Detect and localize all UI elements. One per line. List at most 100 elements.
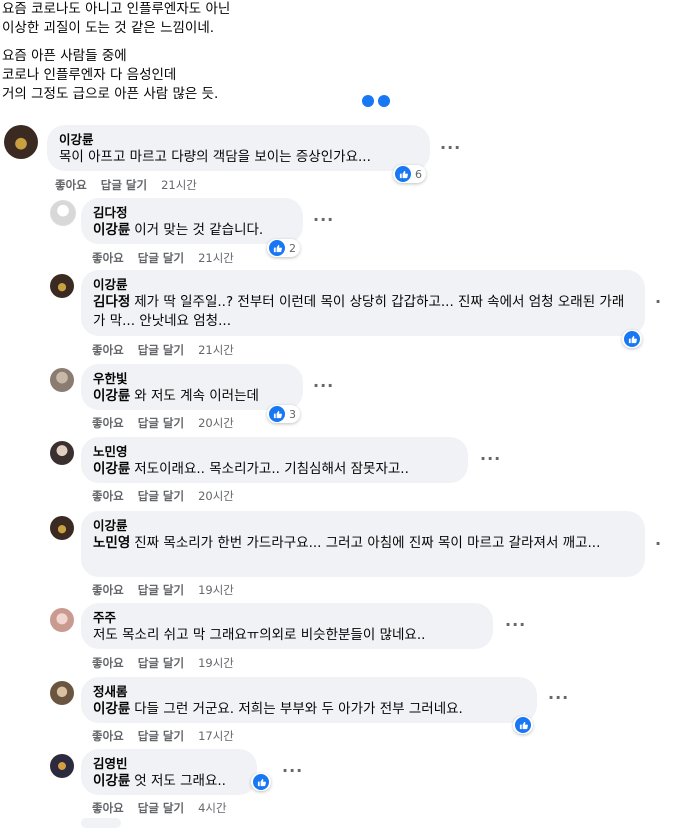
timestamp[interactable]: 4시간 [198,801,226,815]
reply-button[interactable]: 답글 달기 [138,489,184,503]
timestamp[interactable]: 21시간 [161,178,197,192]
mention-link[interactable]: 이강륜 [93,388,130,404]
comment-actions: 좋아요 답글 달기 20시간 [92,488,248,504]
mention-link[interactable]: 이강륜 [93,461,130,477]
comment-text: 진짜 목소리가 한번 가드라구요... 그러고 아침에 진짜 목이 마르고 갈라… [134,535,601,551]
post-line: 이상한 괴질이 도는 것 같은 느낌이네. [2,20,215,36]
mention-link[interactable]: 김다정 [93,294,130,310]
comment-author[interactable]: 김다정 [93,204,291,221]
more-options-icon[interactable]: ··· [440,138,461,157]
comment-text: 저도 목소리 쉬고 막 그래요ㅠ의외로 비슷한분들이 많네요.. [93,627,426,643]
avatar[interactable] [50,441,74,465]
comment-body: 이강륜 엇 저도 그래요.. [93,772,245,791]
comment-author[interactable]: 김영빈 [93,755,245,772]
avatar[interactable] [50,681,74,705]
like-icon [395,166,411,182]
mention-link[interactable]: 이강륜 [93,773,130,789]
like-button[interactable]: 좋아요 [92,416,124,430]
reaction-badge[interactable] [513,716,533,734]
reaction-count: 3 [289,407,296,421]
comment-text: 이거 맞는 것 같습니다. [134,222,264,238]
timestamp[interactable]: 21시간 [198,251,234,265]
comment-author[interactable]: 정새롬 [93,683,525,700]
comment-bubble: 이강륜 노민영 진짜 목소리가 한번 가드라구요... 그러고 아침에 진짜 목이… [81,511,645,577]
avatar[interactable] [50,608,74,632]
reply-button[interactable]: 답글 달기 [138,801,184,815]
comment-actions: 좋아요 답글 달기 17시간 [92,728,248,744]
avatar[interactable] [50,754,74,778]
like-button[interactable]: 좋아요 [55,178,87,192]
avatar[interactable] [50,368,74,392]
reply-button[interactable]: 답글 달기 [138,583,184,597]
comment-author[interactable]: 이강륜 [93,517,633,534]
timestamp[interactable]: 19시간 [198,656,234,670]
timestamp[interactable]: 20시간 [198,489,234,503]
more-options-icon[interactable]: ··· [505,615,526,634]
more-options-icon[interactable]: · [655,292,662,311]
reply-button[interactable]: 답글 달기 [138,251,184,265]
like-button[interactable]: 좋아요 [92,729,124,743]
reaction-badge[interactable]: 2 [267,239,300,257]
avatar[interactable] [50,274,74,298]
like-icon [269,240,285,256]
post-line: 요즘 코로나도 아니고 인플루엔자도 아닌 [2,1,231,17]
more-options-icon[interactable]: ··· [282,761,303,780]
timestamp[interactable]: 19시간 [198,583,234,597]
reaction-badge[interactable]: 3 [267,405,300,423]
more-options-icon[interactable]: ··· [548,688,569,707]
more-options-icon[interactable]: ··· [313,210,334,229]
like-button[interactable]: 좋아요 [92,656,124,670]
post-line: 코로나 인플루엔자 다 음성인데 [2,67,177,83]
avatar[interactable] [50,516,74,540]
reply-button[interactable]: 답글 달기 [138,416,184,430]
comment-bubble: 정새롬 이강륜 다들 그런 거군요. 저희는 부부와 두 아가가 전부 그러네요. [81,677,537,723]
post-line: 거의 그정도 급으로 아픈 사람 많은 듯. [2,86,219,102]
mention-link[interactable]: 노민영 [93,535,130,551]
like-icon [624,331,640,347]
comment-body: 이강륜 와 저도 계속 이러는데 [93,387,291,406]
mention-link[interactable]: 이강륜 [93,701,130,717]
comment-actions: 좋아요 답글 달기 19시간 [92,582,248,598]
reaction-badge[interactable]: 6 [393,165,426,183]
avatar[interactable] [50,200,76,226]
comment-body: 이강륜 이거 맞는 것 같습니다. [93,221,291,240]
comment-author[interactable]: 노민영 [93,443,456,460]
like-button[interactable]: 좋아요 [92,489,124,503]
reply-button[interactable]: 답글 달기 [138,729,184,743]
like-button[interactable]: 좋아요 [92,583,124,597]
like-icon [515,717,531,733]
timestamp[interactable]: 20시간 [198,416,234,430]
reply-button[interactable]: 답글 달기 [138,343,184,357]
comment-bubble: 우한빛 이강륜 와 저도 계속 이러는데 [81,364,303,410]
comment-author[interactable]: 우한빛 [93,370,291,387]
timestamp[interactable]: 17시간 [198,729,234,743]
more-options-icon[interactable]: ··· [313,376,334,395]
more-options-icon[interactable]: · [655,534,662,553]
timestamp[interactable]: 21시간 [198,343,234,357]
more-options-icon[interactable]: ··· [480,449,501,468]
comment-text: 다들 그런 거군요. 저희는 부부와 두 아가가 전부 그러네요. [134,701,463,717]
reply-button[interactable]: 답글 달기 [138,656,184,670]
post-line: 요즘 아픈 사람들 중에 [2,48,127,64]
like-button[interactable]: 좋아요 [92,343,124,357]
like-icon [253,774,269,790]
post-reaction-badge[interactable] [360,94,394,108]
post-body: 요즘 코로나도 아니고 인플루엔자도 아닌 이상한 괴질이 도는 것 같은 느낌… [2,0,230,104]
avatar[interactable] [4,125,38,159]
comment-text: 엇 저도 그래요.. [134,773,226,789]
comment-author[interactable]: 주주 [93,609,481,626]
reply-button[interactable]: 답글 달기 [101,178,147,192]
reaction-badge[interactable] [251,773,271,791]
like-button[interactable]: 좋아요 [92,251,124,265]
mention-link[interactable]: 이강륜 [93,222,130,238]
comment-author[interactable]: 이강륜 [93,276,633,293]
reaction-badge[interactable] [622,330,642,348]
comment-bubble: 김다정 이강륜 이거 맞는 것 같습니다. [81,198,303,244]
reaction-count: 6 [415,167,422,181]
comment-actions: 좋아요 답글 달기 21시간 [55,177,211,193]
comment-body: 김다정 제가 딱 일주일..? 전부터 이런데 목이 상당히 갑갑하고... 진짜… [93,293,633,331]
comment-author[interactable]: 이강륜 [59,131,418,148]
like-button[interactable]: 좋아요 [92,801,124,815]
comment-actions: 좋아요 답글 달기 4시간 [92,800,241,816]
comment-bubble: 김영빈 이강륜 엇 저도 그래요.. [81,749,257,795]
